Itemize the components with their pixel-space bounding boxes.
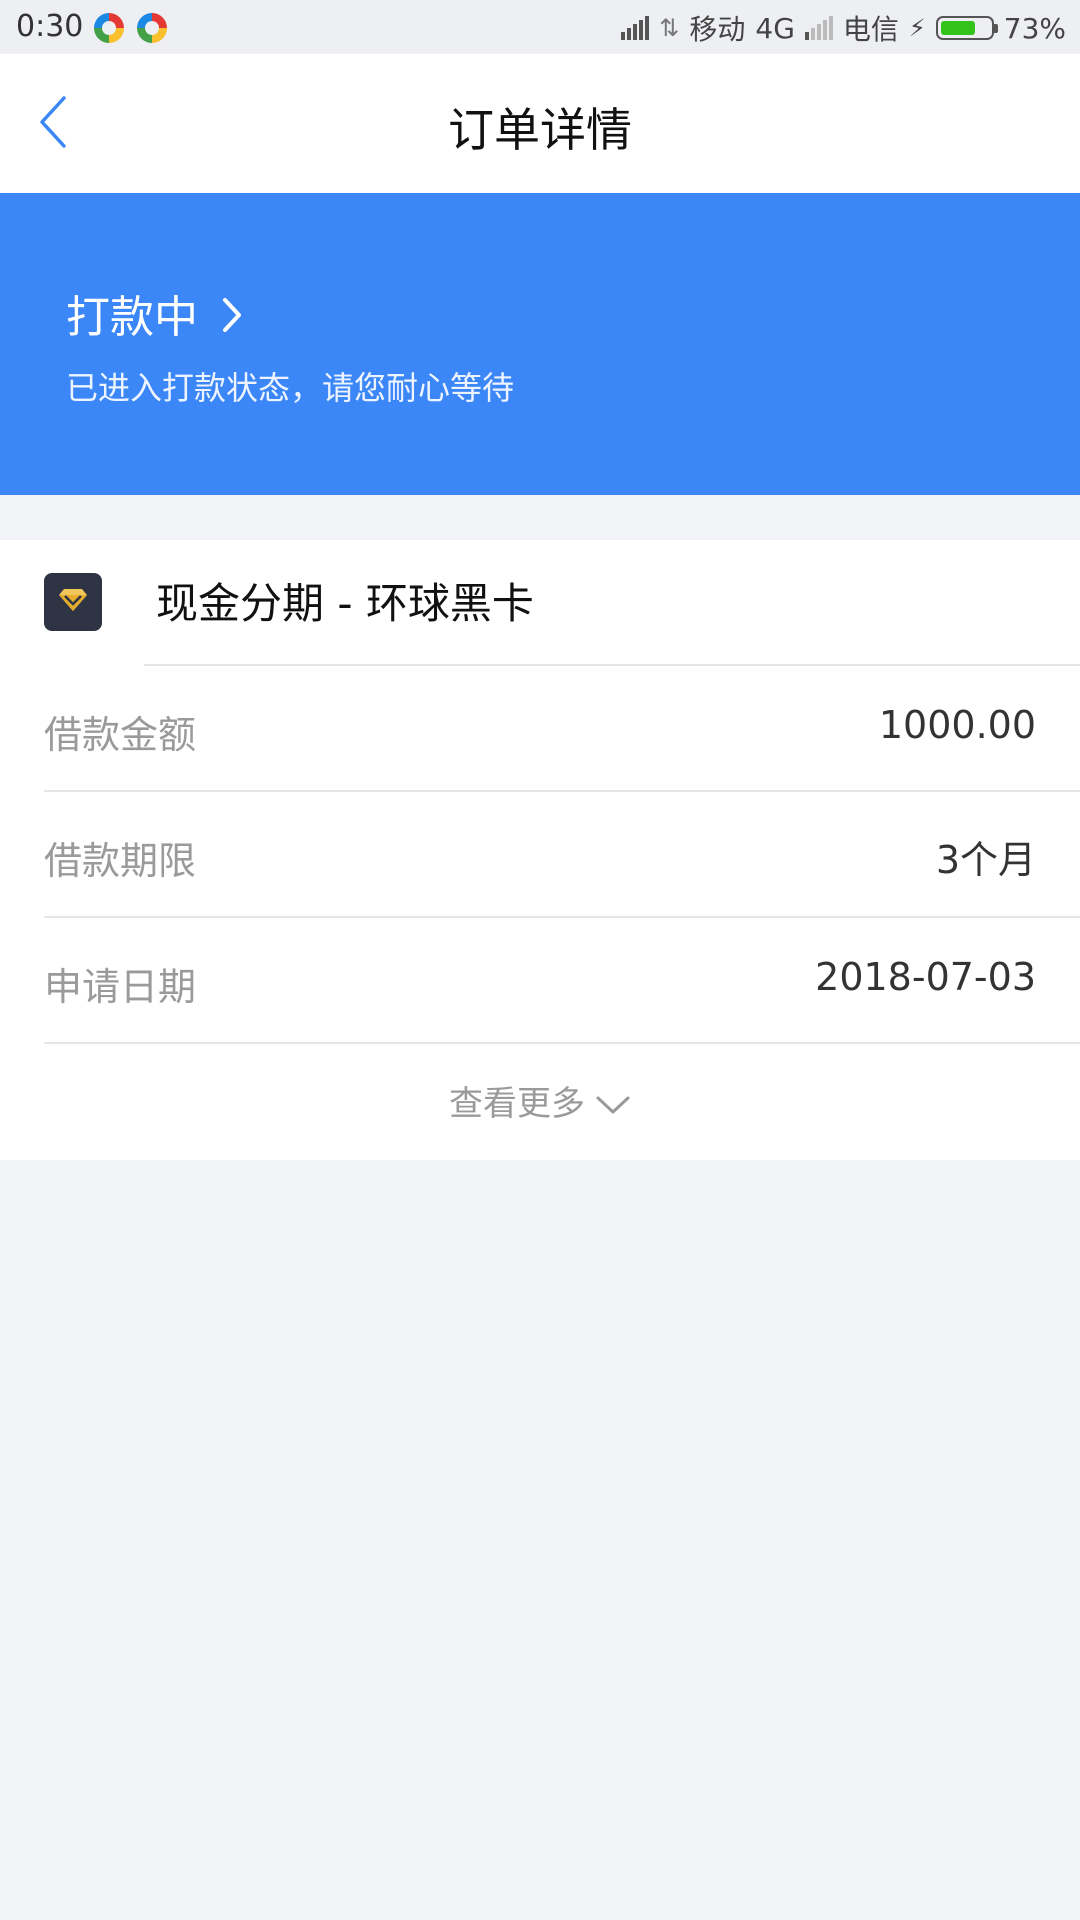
product-logo — [44, 573, 102, 631]
navigation-bar: 订单详情 — [0, 54, 1080, 193]
status-indicators: ⇅ 移动 4G 电信 ⚡ 73% — [621, 8, 1066, 48]
signal-weak-icon — [804, 16, 833, 40]
chevron-right-icon — [223, 298, 241, 332]
battery-icon — [935, 16, 998, 40]
chevron-down-icon — [596, 1096, 630, 1113]
order-detail-card: 现金分期 - 环球黑卡 借款金额 1000.00 借款期限 3个月 申请日期 2… — [0, 540, 1080, 1160]
network-type-label: 4G — [755, 11, 795, 45]
detail-row-loan-term: 借款期限 3个月 — [0, 792, 1080, 918]
status-time: 0:30 — [16, 9, 84, 44]
notification-app-icon — [137, 13, 167, 43]
data-transfer-icon: ⇅ — [659, 14, 680, 42]
product-name: 现金分期 - 环球黑卡 — [156, 579, 534, 628]
order-status-title: 打款中 — [66, 292, 198, 343]
charging-icon: ⚡ — [908, 14, 926, 42]
detail-label: 申请日期 — [44, 965, 197, 1009]
product-header: 现金分期 - 环球黑卡 — [0, 540, 1080, 665]
signal-icon — [621, 16, 650, 40]
carrier-2-label: 电信 — [842, 13, 899, 46]
battery-level-fill — [940, 21, 975, 35]
detail-value: 3个月 — [935, 838, 1036, 882]
view-more-label: 查看更多 — [449, 1084, 585, 1124]
diamond-icon — [59, 589, 87, 611]
order-status-description: 已进入打款状态，请您耐心等待 — [66, 369, 515, 407]
detail-value: 1000.00 — [878, 703, 1036, 747]
view-more-button[interactable]: 查看更多 — [0, 1044, 1080, 1160]
order-status-banner: 打款中 已进入打款状态，请您耐心等待 — [0, 193, 1080, 495]
carrier-1-label: 移动 — [689, 13, 746, 46]
battery-percent: 73% — [1003, 11, 1066, 45]
order-status-link[interactable]: 打款中 — [66, 281, 244, 345]
page-title: 订单详情 — [448, 103, 632, 157]
notification-app-icon — [94, 13, 124, 43]
detail-label: 借款金额 — [44, 713, 197, 757]
detail-value: 2018-07-03 — [815, 955, 1036, 999]
status-bar: 0:30 ⇅ 移动 4G 电信 ⚡ 73% — [0, 0, 1080, 54]
detail-row-loan-amount: 借款金额 1000.00 — [0, 666, 1080, 792]
detail-label: 借款期限 — [44, 839, 197, 883]
detail-row-apply-date: 申请日期 2018-07-03 — [0, 918, 1080, 1044]
